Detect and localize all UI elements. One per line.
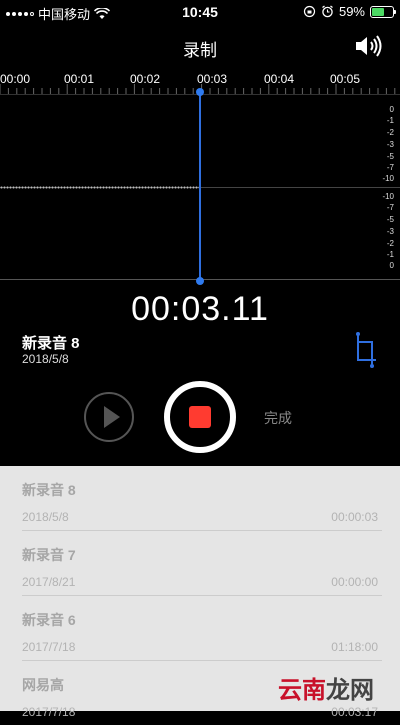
playhead-top-handle[interactable] bbox=[196, 88, 204, 96]
play-button[interactable] bbox=[84, 392, 134, 442]
list-item-title: 网易高 bbox=[22, 677, 64, 693]
db-label: -2 bbox=[386, 239, 394, 248]
list-item[interactable]: 新录音 6 2017/7/18 01:18:00 bbox=[22, 596, 382, 661]
list-item-title: 新录音 8 bbox=[22, 482, 76, 498]
orientation-lock-icon bbox=[303, 5, 316, 18]
db-label: 0 bbox=[389, 105, 394, 114]
db-label: -5 bbox=[386, 152, 394, 161]
list-item-duration: 00:03:17 bbox=[331, 705, 378, 719]
list-item[interactable]: 新录音 7 2017/8/21 00:00:00 bbox=[22, 531, 382, 596]
stop-icon bbox=[189, 406, 211, 428]
timeline-label: 00:04 bbox=[264, 72, 295, 86]
recording-timer: 00:03.11 bbox=[131, 290, 269, 328]
db-label: -3 bbox=[386, 227, 394, 236]
alarm-icon bbox=[322, 5, 333, 18]
list-item-date: 2017/7/18 bbox=[22, 705, 76, 719]
playhead[interactable] bbox=[199, 90, 201, 282]
recording-date: 2018/5/8 bbox=[22, 352, 69, 366]
recording-name[interactable]: 新录音 8 bbox=[22, 332, 80, 353]
db-label: -2 bbox=[386, 128, 394, 137]
timeline-label: 00:02 bbox=[130, 72, 161, 86]
list-item-date: 2017/8/21 bbox=[22, 575, 76, 589]
list-item-duration: 00:00:00 bbox=[331, 575, 378, 589]
list-item-title: 新录音 7 bbox=[22, 547, 76, 563]
db-label: -1 bbox=[386, 116, 394, 125]
list-item-duration: 00:00:03 bbox=[331, 510, 378, 524]
db-label: -7 bbox=[386, 163, 394, 172]
db-label: -3 bbox=[386, 140, 394, 149]
battery-percent: 59% bbox=[338, 4, 365, 19]
playhead-bottom-handle[interactable] bbox=[196, 277, 204, 285]
waveform-samples bbox=[0, 186, 200, 189]
list-item-duration: 01:18:00 bbox=[331, 640, 378, 654]
watermark-part-a: 云南 bbox=[278, 677, 326, 704]
done-button[interactable]: 完成 bbox=[264, 408, 292, 428]
watermark-part-b: 龙网 bbox=[326, 677, 374, 704]
page-title: 录制 bbox=[183, 41, 217, 60]
battery-fill bbox=[372, 7, 384, 16]
db-label: -10 bbox=[382, 174, 394, 183]
battery-icon bbox=[370, 5, 396, 18]
db-label: -10 bbox=[382, 192, 394, 201]
stop-record-button[interactable] bbox=[164, 381, 236, 453]
watermark-logo: 云南龙网 bbox=[278, 670, 374, 705]
list-item-title: 新录音 6 bbox=[22, 612, 76, 628]
speaker-icon[interactable] bbox=[354, 34, 384, 58]
status-right: 59% bbox=[303, 4, 396, 19]
db-label: -5 bbox=[386, 215, 394, 224]
list-item-date: 2017/7/18 bbox=[22, 640, 76, 654]
db-label: -1 bbox=[386, 250, 394, 259]
nav-bar: 录制 bbox=[0, 24, 400, 68]
list-item-date: 2018/5/8 bbox=[22, 510, 69, 524]
timeline-label: 00:01 bbox=[64, 72, 95, 86]
timeline-label: 00:05 bbox=[330, 72, 361, 86]
db-label: -7 bbox=[386, 203, 394, 212]
timeline-label: 00:03 bbox=[197, 72, 228, 86]
db-label: 0 bbox=[389, 261, 394, 270]
status-bar: 中国移动 10:45 59% bbox=[0, 0, 400, 24]
timeline-label: 00:00 bbox=[0, 72, 31, 86]
trim-icon[interactable] bbox=[354, 332, 378, 368]
list-item[interactable]: 新录音 8 2018/5/8 00:00:03 bbox=[22, 466, 382, 531]
